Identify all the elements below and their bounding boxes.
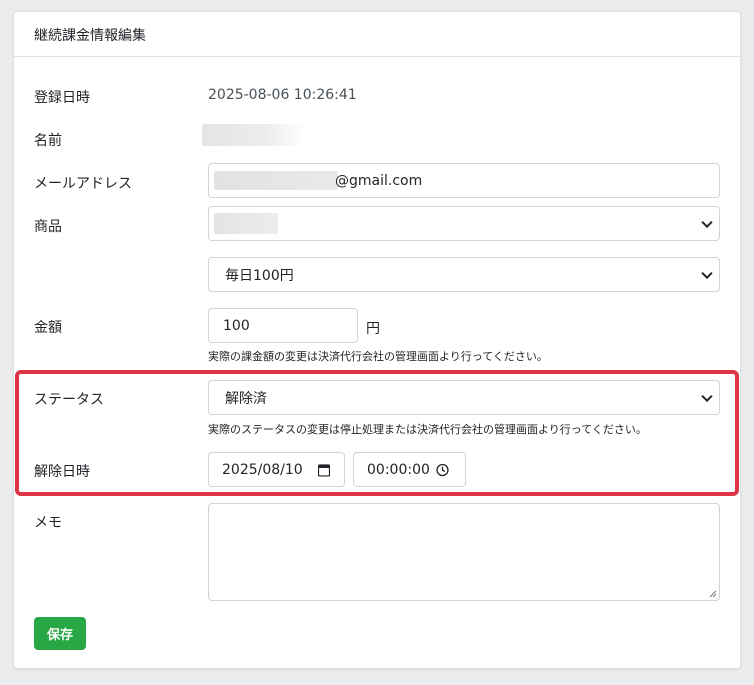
registered-value: 2025-08-06 10:26:41 xyxy=(208,87,357,103)
product-select[interactable] xyxy=(208,206,720,241)
plan-select[interactable]: 毎日100円 xyxy=(208,257,720,292)
chevron-down-icon xyxy=(701,216,713,228)
memo-label: メモ xyxy=(34,515,62,531)
memo-textarea[interactable] xyxy=(208,503,720,601)
amount-value: 100 xyxy=(223,317,250,334)
product-redacted xyxy=(214,213,278,234)
plan-select-value: 毎日100円 xyxy=(225,267,294,284)
name-redacted xyxy=(202,124,306,146)
save-button[interactable]: 保存 xyxy=(34,617,86,650)
resize-grip-icon[interactable] xyxy=(709,590,717,598)
chevron-down-icon xyxy=(701,267,713,279)
email-label: メールアドレス xyxy=(34,176,132,192)
product-label: 商品 xyxy=(34,219,62,235)
card-title: 継続課金情報編集 xyxy=(14,12,740,57)
email-redacted xyxy=(214,171,338,190)
amount-unit: 円 xyxy=(366,321,380,337)
name-label: 名前 xyxy=(34,133,62,149)
highlight-box xyxy=(15,370,739,496)
amount-input[interactable]: 100 xyxy=(208,308,358,343)
amount-label: 金額 xyxy=(34,320,62,336)
registered-label: 登録日時 xyxy=(34,90,90,106)
email-input[interactable]: @gmail.com xyxy=(208,163,720,198)
email-suffix: @gmail.com xyxy=(335,172,423,189)
amount-help: 実際の課金額の変更は決済代行会社の管理画面より行ってください。 xyxy=(208,350,548,363)
